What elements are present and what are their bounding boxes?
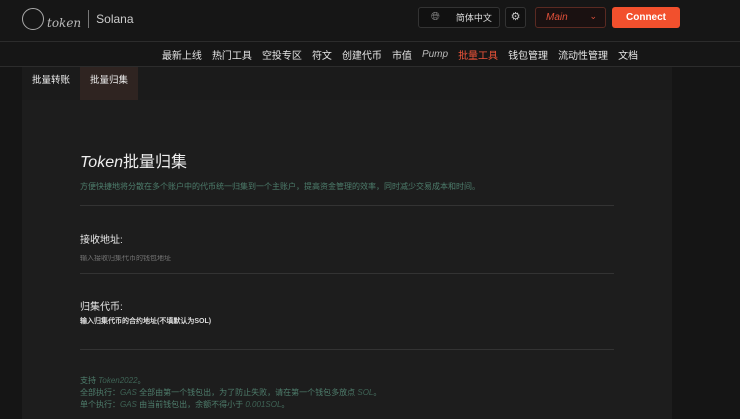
network-select[interactable]: Main ⌄ [535,7,606,28]
language-label: 简体中文 [455,13,492,23]
nav-item[interactable]: 流动性管理 [558,47,608,62]
settings-button[interactable]: ⚙ [505,7,526,28]
note-text: 。 [281,400,290,409]
divider [88,10,90,28]
note-text: 支持 [80,376,99,385]
nav-item-active[interactable]: 批量工具 [458,47,498,62]
nav-item[interactable]: 空投专区 [262,47,302,62]
collect-token-label: 归集代币: [80,302,123,313]
notes: 支持 Token2022。 全部执行：GAS 全部由第一个钱包出，为了防止失败，… [80,375,381,411]
nav-item[interactable]: Pump [422,49,448,60]
nav-item[interactable]: 热门工具 [212,47,252,62]
logo[interactable]: token Solana [22,8,134,30]
note-em: GAS [120,400,137,409]
chain-name: Solana [96,12,134,26]
content-panel: Token批量归集 方便快捷地将分散在多个账户中的代币统一归集到一个主账户，提高… [22,100,672,419]
header: token Solana 🌐︎ 简体中文 ⚙ Main ⌄ Connect [0,0,740,42]
page-title: Token批量归集 [80,148,187,172]
title-cn: 批量归集 [123,154,188,171]
divider [80,205,614,206]
connect-button[interactable]: Connect [612,7,680,28]
logo-icon [22,8,44,30]
note-em: Token2022 [98,376,138,385]
receive-address-label: 接收地址: [80,235,123,246]
receive-address-input[interactable] [80,255,614,262]
divider [80,273,614,274]
note-line: 支持 Token2022。 [80,375,381,387]
title-en: Token [80,154,123,171]
nav-item[interactable]: 符文 [312,47,332,62]
note-text: 全部执行： [80,388,120,397]
note-em: SOL [357,388,374,397]
note-text: 由当前钱包出，余额不得小于 [136,400,246,409]
language-selector[interactable]: 🌐︎ 简体中文 [418,7,500,28]
note-line: 单个执行：GAS 由当前钱包出，余额不得小于 0.001SOL。 [80,399,381,411]
nav-item[interactable]: 最新上线 [162,47,202,62]
tab-batch-collect[interactable]: 批量归集 [80,67,139,100]
network-label: Main [546,12,568,23]
note-line: 全部执行：GAS 全部由第一个钱包出，为了防止失败，请在第一个钱包多放点 SOL… [80,387,381,399]
sub-tabs: 批量转账 批量归集 [22,67,672,100]
collect-token-hint: 输入归集代币的合约地址(不填默认为SOL) [80,318,212,325]
divider [80,349,614,350]
logo-text: token [47,16,82,30]
nav-item[interactable]: 市值 [392,47,412,62]
nav-item[interactable]: 钱包管理 [508,47,548,62]
nav-item[interactable]: 创建代币 [342,47,382,62]
note-em: 0.001SOL [245,400,282,409]
note-text: 。 [137,376,146,385]
gear-icon: ⚙ [510,11,521,23]
note-text: 。 [373,388,382,397]
globe-icon: 🌐︎ [431,11,440,23]
collect-token-input[interactable] [80,330,614,345]
note-em: GAS [120,388,137,397]
page-description: 方便快捷地将分散在多个账户中的代币统一归集到一个主账户，提高资金管理的效率，同时… [80,182,480,191]
note-text: 全部由第一个钱包出，为了防止失败，请在第一个钱包多放点 [136,388,358,397]
note-text: 单个执行： [80,400,120,409]
tab-batch-transfer[interactable]: 批量转账 [22,67,80,100]
main-nav: 最新上线 热门工具 空投专区 符文 创建代币 市值 Pump 批量工具 钱包管理… [0,42,740,67]
nav-item[interactable]: 文档 [618,47,638,62]
chevron-down-icon: ⌄ [589,11,597,21]
